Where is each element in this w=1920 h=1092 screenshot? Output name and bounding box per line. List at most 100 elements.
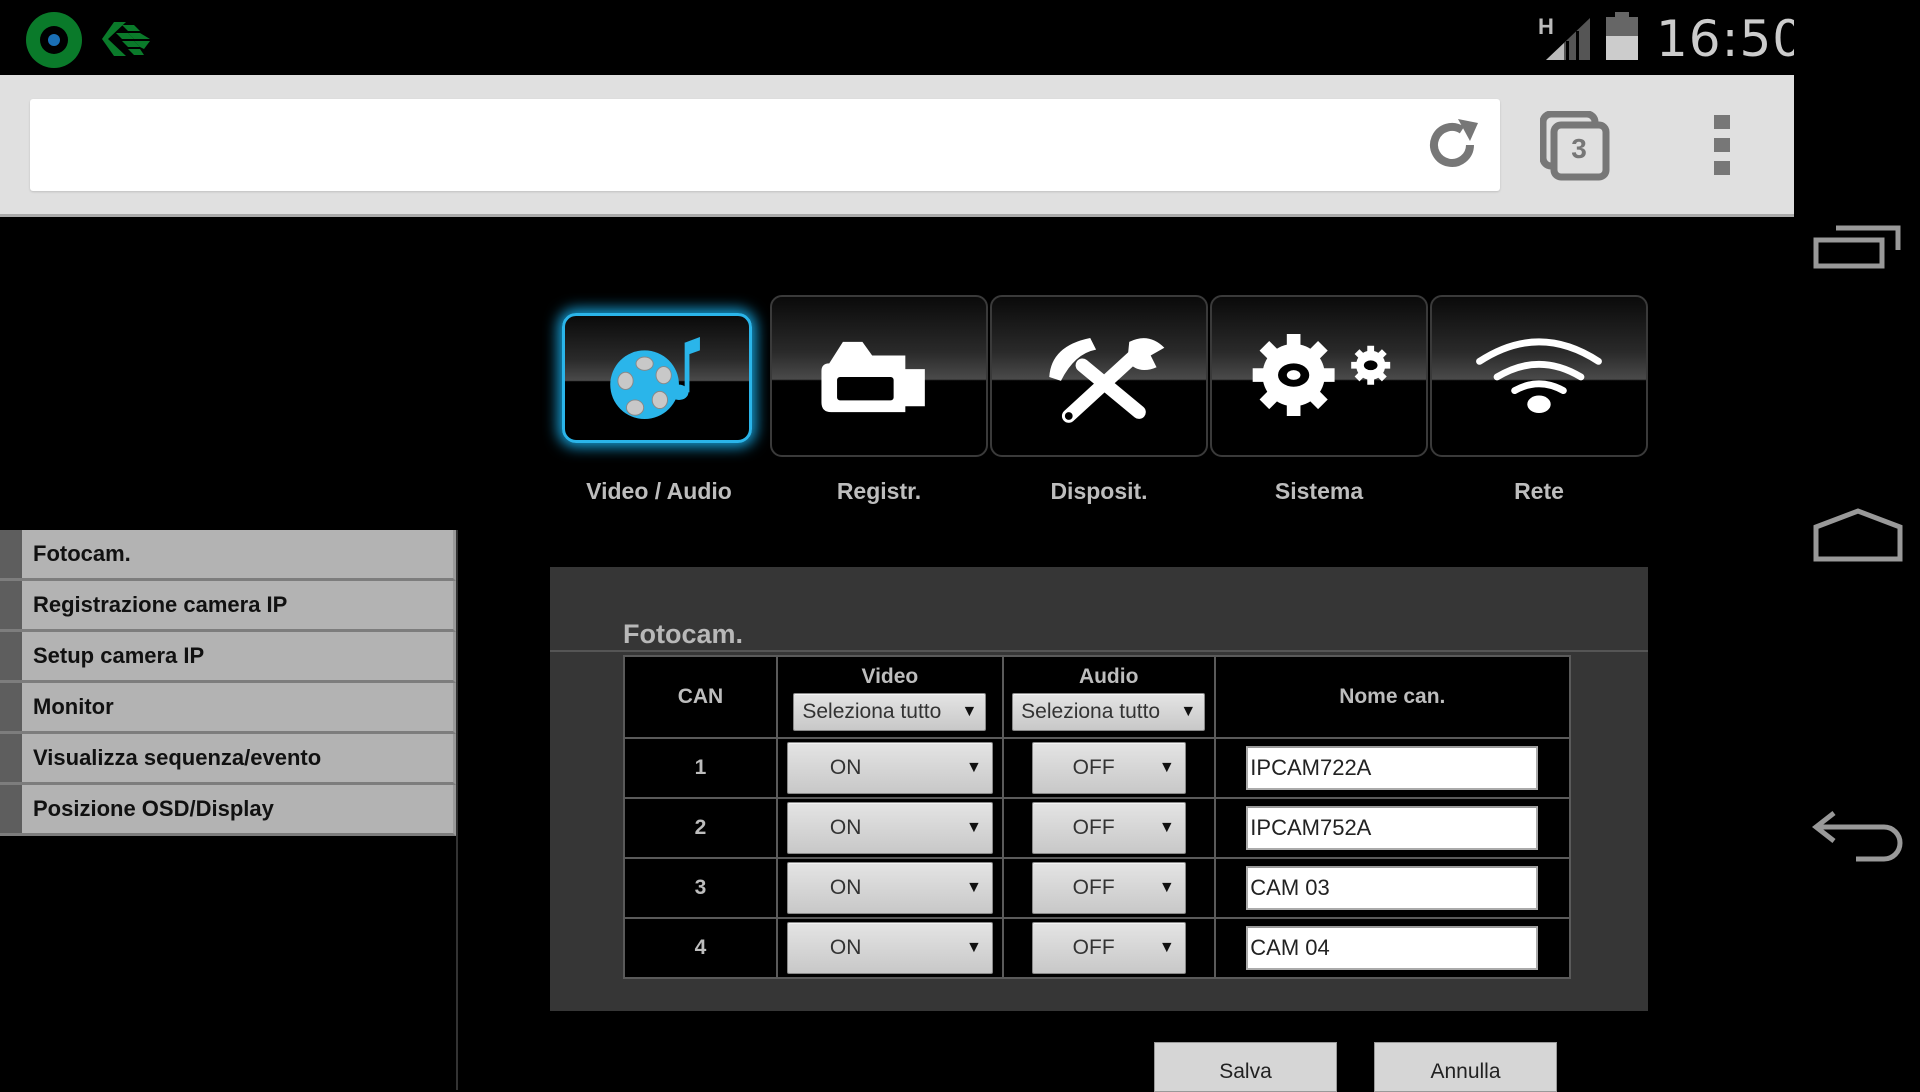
camera-table: CAN Video Seleziona tutto ▼ Audio Selezi… <box>623 655 1572 979</box>
category-label: Rete <box>1514 478 1564 504</box>
tabs-button[interactable]: 3 <box>1540 111 1612 183</box>
dropdown-value: Seleziona tutto <box>802 700 942 723</box>
name-cell <box>1213 917 1572 979</box>
video-dropdown[interactable]: ON ▼ <box>786 802 993 854</box>
category-label: Video / Audio <box>586 478 732 504</box>
channel-name-input[interactable] <box>1246 806 1539 850</box>
channel-number: 3 <box>623 857 778 919</box>
sidebar-item-monitor[interactable]: Monitor <box>0 683 456 734</box>
dropdown-value: ON <box>829 816 862 839</box>
target-app-icon <box>26 12 82 68</box>
dropdown-arrow-icon: ▼ <box>1180 703 1197 720</box>
recent-apps-button[interactable] <box>1812 210 1904 280</box>
status-bar: H 16:50 <box>0 0 1804 75</box>
camera-settings-panel: Fotocam. CAN Video Seleziona tutto ▼ Aud… <box>550 567 1648 1011</box>
header-channel-name: Nome can. <box>1213 655 1572 739</box>
category-disposit[interactable] <box>990 295 1208 457</box>
category-label: Registr. <box>836 478 922 504</box>
category-video-audio[interactable] <box>562 313 752 443</box>
sidebar-item-visualizza-sequenza[interactable]: Visualizza sequenza/evento <box>0 734 456 785</box>
channel-number: 4 <box>623 917 778 979</box>
audio-cell: OFF ▼ <box>1001 797 1216 859</box>
table-header-row: CAN Video Seleziona tutto ▼ Audio Selezi… <box>623 655 1572 739</box>
video-cell: ON ▼ <box>775 797 1004 859</box>
web-page: Video / Audio Registr. Disposit. Sistema… <box>0 220 1794 1092</box>
audio-cell: OFF ▼ <box>1001 857 1216 919</box>
audio-select-all-dropdown[interactable]: Seleziona tutto ▼ <box>1012 693 1206 731</box>
audio-dropdown[interactable]: OFF ▼ <box>1031 802 1186 854</box>
channel-name-input[interactable] <box>1246 926 1539 970</box>
table-row: 1 ON ▼ OFF ▼ <box>623 737 1572 799</box>
divider <box>550 650 1648 652</box>
save-button[interactable]: Salva <box>1154 1042 1337 1092</box>
sidebar-item-label: Setup camera IP <box>33 643 205 668</box>
dropdown-value: ON <box>829 936 862 959</box>
recent-apps-icon <box>1813 225 1901 269</box>
video-dropdown[interactable]: ON ▼ <box>786 922 993 974</box>
overflow-menu-icon <box>1714 115 1730 129</box>
video-dropdown[interactable]: ON ▼ <box>786 742 993 794</box>
audio-dropdown[interactable]: OFF ▼ <box>1031 742 1186 794</box>
system-nav-bar <box>1794 0 1920 1080</box>
audio-cell: OFF ▼ <box>1001 917 1216 979</box>
dropdown-value: Seleziona tutto <box>1021 700 1161 723</box>
tab-count: 3 <box>1571 133 1587 164</box>
table-row: 2 ON ▼ OFF ▼ <box>623 797 1572 859</box>
home-icon <box>1813 508 1903 562</box>
sidebar-item-fotocam[interactable]: Fotocam. <box>0 530 456 581</box>
audio-dropdown[interactable]: OFF ▼ <box>1031 862 1186 914</box>
audio-dropdown[interactable]: OFF ▼ <box>1031 922 1186 974</box>
audio-cell: OFF ▼ <box>1001 737 1216 799</box>
category-sistema[interactable] <box>1210 295 1428 457</box>
channel-number: 1 <box>623 737 778 799</box>
reload-button[interactable] <box>1422 115 1482 175</box>
video-cell: ON ▼ <box>775 917 1004 979</box>
channel-name-input[interactable] <box>1246 746 1539 790</box>
camcorder-icon <box>821 341 925 413</box>
sidebar-item-registrazione-camera-ip[interactable]: Registrazione camera IP <box>0 581 456 632</box>
gears-icon <box>1252 334 1391 416</box>
cancel-button[interactable]: Annulla <box>1374 1042 1557 1092</box>
sidebar-menu: Fotocam. Registrazione camera IP Setup c… <box>0 530 458 1090</box>
sidebar-item-setup-camera-ip[interactable]: Setup camera IP <box>0 632 456 683</box>
green-chevron-app-icon <box>102 22 150 56</box>
sidebar-item-label: Registrazione camera IP <box>33 592 288 617</box>
url-input[interactable] <box>30 99 1500 191</box>
header-video: Video Seleziona tutto ▼ <box>775 655 1004 739</box>
video-cell: ON ▼ <box>775 857 1004 919</box>
sidebar-item-label: Fotocam. <box>33 541 131 566</box>
name-cell <box>1213 737 1572 799</box>
channel-name-input[interactable] <box>1246 866 1539 910</box>
clock: 16:50 <box>1656 10 1806 68</box>
dropdown-arrow-icon: ▼ <box>966 939 982 956</box>
table-row: 4 ON ▼ OFF ▼ <box>623 917 1572 979</box>
back-icon <box>1811 811 1903 862</box>
video-dropdown[interactable]: ON ▼ <box>786 862 993 914</box>
dropdown-value: OFF <box>1072 756 1115 779</box>
sidebar-item-label: Visualizza sequenza/evento <box>33 745 322 770</box>
header-audio: Audio Seleziona tutto ▼ <box>1001 655 1216 739</box>
back-button[interactable] <box>1811 805 1904 875</box>
dropdown-arrow-icon: ▼ <box>966 759 982 776</box>
dropdown-arrow-icon: ▼ <box>966 879 982 896</box>
category-registr[interactable] <box>770 295 988 457</box>
video-select-all-dropdown[interactable]: Seleziona tutto ▼ <box>793 693 987 731</box>
name-cell <box>1213 797 1572 859</box>
header-video-label: Video <box>861 665 919 688</box>
category-label: Disposit. <box>1050 478 1148 504</box>
home-button[interactable] <box>1812 505 1904 575</box>
reload-icon <box>1430 119 1478 167</box>
channel-number: 2 <box>623 797 778 859</box>
dropdown-arrow-icon: ▼ <box>1158 939 1175 956</box>
overflow-menu-button[interactable] <box>1710 115 1734 179</box>
sidebar-item-label: Monitor <box>33 694 114 719</box>
tools-icon <box>1049 337 1165 423</box>
sidebar-item-posizione-osd[interactable]: Posizione OSD/Display <box>0 785 456 836</box>
panel-title: Fotocam. <box>623 619 744 649</box>
video-cell: ON ▼ <box>775 737 1004 799</box>
sidebar-item-label: Posizione OSD/Display <box>33 796 274 821</box>
dropdown-value: OFF <box>1072 876 1115 899</box>
dropdown-arrow-icon: ▼ <box>1158 759 1175 776</box>
category-rete[interactable] <box>1430 295 1648 457</box>
dropdown-arrow-icon: ▼ <box>1158 819 1175 836</box>
